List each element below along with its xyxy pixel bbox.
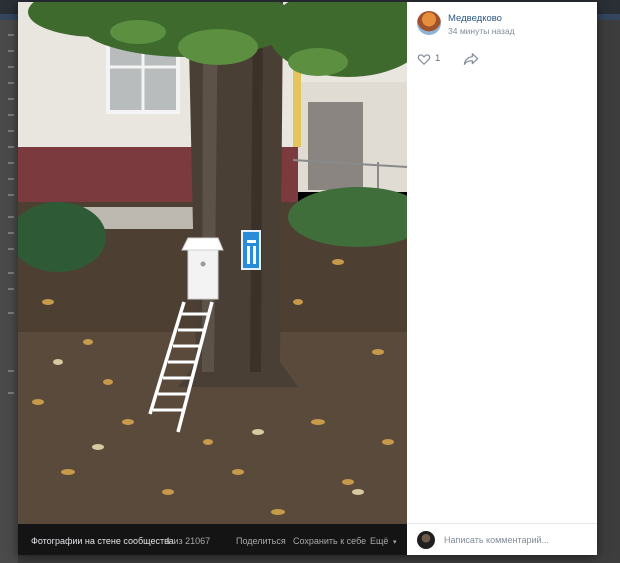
post-sidebar: Медведково 34 минуты назад 1 Написать ко… bbox=[407, 2, 597, 555]
comment-box: Написать комментарий... bbox=[417, 529, 589, 551]
like-count: 1 bbox=[435, 53, 441, 64]
chevron-down-icon: ▾ bbox=[392, 539, 397, 546]
divider bbox=[407, 523, 597, 524]
like-icon[interactable] bbox=[417, 52, 431, 66]
background-page-edge bbox=[0, 20, 18, 563]
post-time[interactable]: 34 минуты назад bbox=[448, 26, 515, 36]
album-link[interactable]: Фотографии на стене сообщества bbox=[31, 536, 174, 546]
comment-input[interactable]: Написать комментарий... bbox=[444, 535, 549, 545]
share-photo-button[interactable]: Поделиться bbox=[236, 536, 286, 546]
author-name[interactable]: Медведково bbox=[448, 13, 502, 24]
current-user-avatar bbox=[417, 531, 435, 549]
photo-counter: 1 из 21067 bbox=[166, 536, 211, 546]
post-actions: 1 bbox=[417, 50, 587, 70]
photo-viewer: Фотографии на стене сообщества 1 из 2106… bbox=[18, 2, 597, 555]
more-label: Ещё bbox=[370, 536, 389, 546]
share-icon[interactable] bbox=[463, 52, 479, 66]
photo[interactable] bbox=[18, 2, 407, 524]
more-button[interactable]: Ещё ▾ bbox=[370, 536, 396, 546]
photo-toolbar: Фотографии на стене сообщества 1 из 2106… bbox=[18, 524, 407, 555]
post-author: Медведково 34 минуты назад bbox=[417, 10, 587, 40]
save-photo-button[interactable]: Сохранить к себе bbox=[293, 536, 366, 546]
author-avatar[interactable] bbox=[417, 11, 441, 35]
